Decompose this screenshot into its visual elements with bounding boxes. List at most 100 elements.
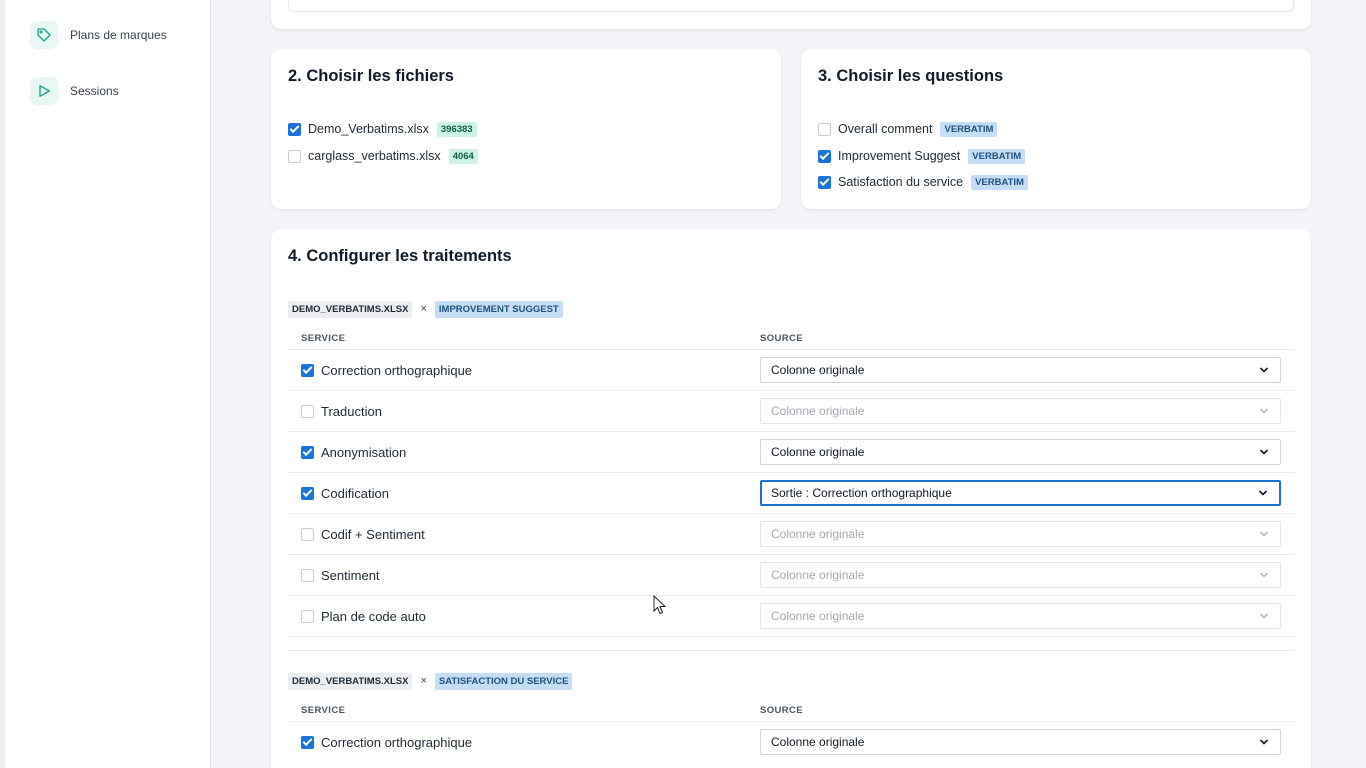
table-divider bbox=[288, 636, 1295, 637]
question-option-satisfaction-du-service[interactable]: Satisfaction du service VERBATIM bbox=[818, 174, 1028, 190]
service-label: Correction orthographique bbox=[321, 363, 473, 378]
source-select[interactable]: Colonne originale bbox=[760, 729, 1281, 755]
combo-question-tag: SATISFACTION DU SERVICE bbox=[434, 672, 573, 690]
service-row-anonymisation: Anonymisation Colonne originale bbox=[288, 431, 1295, 472]
chevron-down-icon bbox=[1258, 490, 1268, 496]
source-select[interactable]: Colonne originale bbox=[760, 398, 1281, 424]
combo-times-symbol: × bbox=[420, 675, 427, 687]
question-type-badge: VERBATIM bbox=[971, 174, 1028, 190]
file-name: Demo_Verbatims.xlsx bbox=[308, 122, 429, 136]
source-select[interactable]: Colonne originale bbox=[760, 562, 1281, 588]
sidebar-item-label: Plans de marques bbox=[70, 28, 167, 42]
questions-card: 3. Choisir les questions Overall comment… bbox=[801, 49, 1311, 209]
service-toggle[interactable]: Plan de code auto bbox=[301, 609, 426, 624]
source-select-value: Colonne originale bbox=[771, 404, 865, 418]
service-row-plan-de-code-auto: Plan de code auto Colonne originale bbox=[288, 595, 1295, 636]
service-checkbox[interactable] bbox=[301, 446, 314, 459]
chevron-down-icon bbox=[1259, 613, 1269, 619]
sidebar-item-label: Sessions bbox=[70, 84, 119, 98]
service-row-codif-sentiment: Codif + Sentiment Colonne originale bbox=[288, 513, 1295, 554]
service-checkbox[interactable] bbox=[301, 364, 314, 377]
service-row-sentiment: Sentiment Colonne originale bbox=[288, 554, 1295, 595]
file-option-carglass-verbatims[interactable]: carglass_verbatims.xlsx 4064 bbox=[288, 148, 478, 164]
source-select-value: Colonne originale bbox=[771, 735, 865, 749]
tag-icon bbox=[30, 21, 58, 49]
source-select-value: Sortie : Correction orthographique bbox=[771, 486, 952, 500]
sidebar-item-plans-de-marques[interactable]: Plans de marques bbox=[30, 21, 167, 49]
question-checkbox[interactable] bbox=[818, 149, 831, 163]
service-row-correction-orthographique: Correction orthographique Colonne origin… bbox=[288, 349, 1295, 390]
service-label: Codification bbox=[321, 486, 389, 501]
column-header-service: SERVICE bbox=[301, 333, 346, 344]
service-checkbox[interactable] bbox=[301, 487, 314, 500]
question-name: Satisfaction du service bbox=[838, 175, 964, 189]
chevron-down-icon bbox=[1259, 408, 1269, 414]
chevron-down-icon bbox=[1259, 449, 1269, 455]
questions-section-title: 3. Choisir les questions bbox=[818, 67, 1004, 85]
service-checkbox[interactable] bbox=[301, 528, 314, 541]
file-count-badge: 4064 bbox=[448, 148, 478, 164]
question-checkbox[interactable] bbox=[818, 122, 831, 136]
service-label: Anonymisation bbox=[321, 445, 407, 460]
service-toggle[interactable]: Anonymisation bbox=[301, 445, 406, 460]
source-select-value: Colonne originale bbox=[771, 568, 865, 582]
chevron-down-icon bbox=[1259, 739, 1269, 745]
sidebar: Plans de marques Sessions bbox=[5, 0, 211, 768]
combo-header: DEMO_VERBATIMS.XLSX × IMPROVEMENT SUGGES… bbox=[288, 300, 563, 318]
files-section-title: 2. Choisir les fichiers bbox=[288, 67, 454, 85]
service-toggle[interactable]: Correction orthographique bbox=[301, 735, 472, 750]
previous-section-card bbox=[271, 0, 1311, 29]
source-select[interactable]: Colonne originale bbox=[760, 521, 1281, 547]
service-toggle[interactable]: Traduction bbox=[301, 404, 382, 419]
service-toggle[interactable]: Sentiment bbox=[301, 568, 380, 583]
source-select-value: Colonne originale bbox=[771, 527, 865, 541]
file-checkbox[interactable] bbox=[288, 149, 301, 163]
service-checkbox[interactable] bbox=[301, 736, 314, 749]
source-select-value: Colonne originale bbox=[771, 363, 865, 377]
service-row-traduction: Traduction Colonne originale bbox=[288, 390, 1295, 431]
chevron-down-icon bbox=[1259, 367, 1269, 373]
source-select[interactable]: Colonne originale bbox=[760, 439, 1281, 465]
source-select-value: Colonne originale bbox=[771, 609, 865, 623]
column-header-service: SERVICE bbox=[301, 705, 346, 716]
files-card: 2. Choisir les fichiers Demo_Verbatims.x… bbox=[271, 49, 781, 209]
question-type-badge: VERBATIM bbox=[968, 148, 1026, 164]
question-name: Improvement Suggest bbox=[838, 149, 961, 163]
file-option-demo-verbatims[interactable]: Demo_Verbatims.xlsx 396383 bbox=[288, 121, 477, 137]
previous-section-field bbox=[288, 0, 1294, 12]
combo-times-symbol: × bbox=[420, 303, 427, 315]
file-count-badge: 396383 bbox=[436, 121, 477, 137]
service-checkbox[interactable] bbox=[301, 610, 314, 623]
service-toggle[interactable]: Correction orthographique bbox=[301, 363, 472, 378]
source-select[interactable]: Colonne originale bbox=[760, 357, 1281, 383]
service-checkbox[interactable] bbox=[301, 405, 314, 418]
service-checkbox[interactable] bbox=[301, 569, 314, 582]
source-select[interactable]: Sortie : Correction orthographique bbox=[760, 480, 1281, 506]
question-name: Overall comment bbox=[838, 122, 933, 136]
source-select[interactable]: Colonne originale bbox=[760, 603, 1281, 629]
service-toggle[interactable]: Codification bbox=[301, 486, 389, 501]
main-content: 2. Choisir les fichiers Demo_Verbatims.x… bbox=[211, 0, 1366, 768]
file-checkbox[interactable] bbox=[288, 122, 301, 136]
service-toggle[interactable]: Codif + Sentiment bbox=[301, 527, 425, 542]
question-checkbox[interactable] bbox=[818, 175, 831, 189]
chevron-down-icon bbox=[1259, 531, 1269, 537]
combo-file-tag: DEMO_VERBATIMS.XLSX bbox=[288, 672, 413, 690]
question-option-overall-comment[interactable]: Overall comment VERBATIM bbox=[818, 121, 998, 137]
combo-question-tag: IMPROVEMENT SUGGEST bbox=[434, 300, 563, 318]
service-label: Codif + Sentiment bbox=[321, 527, 425, 542]
source-select-value: Colonne originale bbox=[771, 445, 865, 459]
combo-divider bbox=[288, 650, 1295, 651]
service-row-codification: Codification Sortie : Correction orthogr… bbox=[288, 472, 1295, 513]
question-type-badge: VERBATIM bbox=[940, 121, 998, 137]
combo-file-tag: DEMO_VERBATIMS.XLSX bbox=[288, 300, 413, 318]
file-name: carglass_verbatims.xlsx bbox=[308, 149, 441, 163]
column-header-source: SOURCE bbox=[760, 333, 804, 344]
service-label: Sentiment bbox=[321, 568, 380, 583]
question-option-improvement-suggest[interactable]: Improvement Suggest VERBATIM bbox=[818, 148, 1026, 164]
sidebar-item-sessions[interactable]: Sessions bbox=[30, 77, 119, 105]
service-label: Correction orthographique bbox=[321, 735, 473, 750]
config-card: 4. Configurer les traitements DEMO_VERBA… bbox=[271, 229, 1311, 768]
config-section-title: 4. Configurer les traitements bbox=[288, 247, 512, 265]
service-row-correction-orthographique: Correction orthographique Colonne origin… bbox=[288, 721, 1295, 762]
